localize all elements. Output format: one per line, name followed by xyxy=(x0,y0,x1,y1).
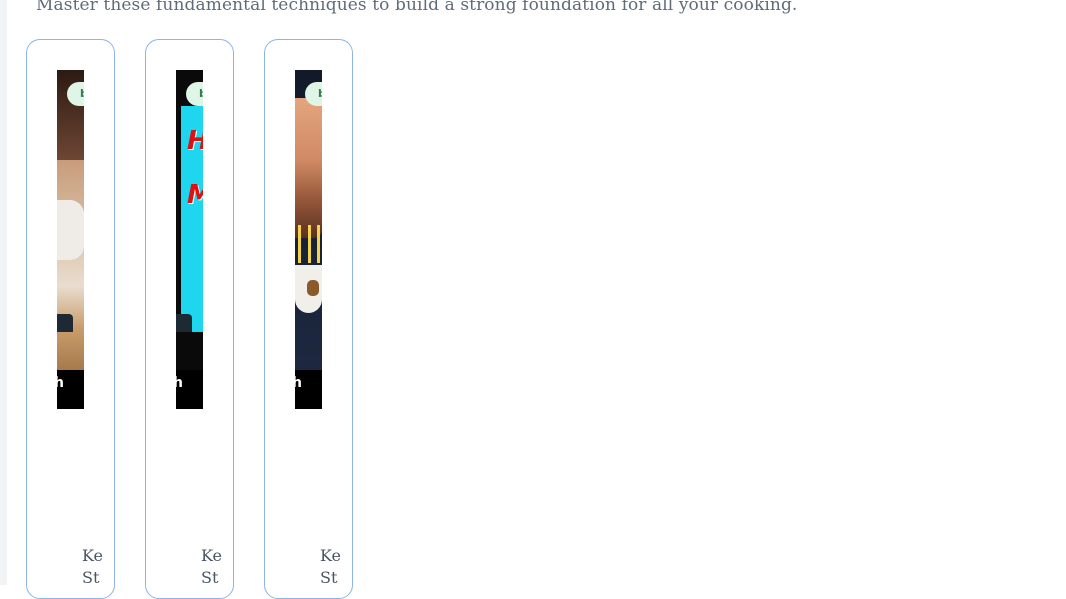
thumbnail-art xyxy=(298,225,301,263)
difficulty-badge: b xyxy=(67,82,84,106)
card-author: Ke St xyxy=(201,545,222,589)
thumbnail-art xyxy=(308,225,311,263)
difficulty-badge: b xyxy=(186,82,203,106)
thumbnail-caption-bar: h xyxy=(173,370,203,409)
thumbnail-art xyxy=(307,280,319,296)
video-thumbnail[interactable]: b xyxy=(57,70,84,370)
thumbnail-caption: h xyxy=(292,375,302,391)
thumbnail-text-line-1: H xyxy=(187,126,203,156)
thumbnail-text-line-2: M xyxy=(187,180,203,210)
video-card-3[interactable]: b h Ke St xyxy=(264,39,353,599)
thumbnail-art xyxy=(57,200,84,260)
video-card-1[interactable]: b h Ke St xyxy=(26,39,115,599)
author-line-2: St xyxy=(82,568,100,587)
card-author: Ke St xyxy=(82,545,103,589)
page-left-rail xyxy=(0,0,7,585)
thumbnail-art xyxy=(295,98,322,238)
author-line-1: Ke xyxy=(320,546,341,565)
section-subtitle: Master these fundamental techniques to b… xyxy=(36,0,798,15)
duration-overlay xyxy=(176,314,192,332)
thumbnail-art xyxy=(317,225,320,263)
author-line-2: St xyxy=(320,568,338,587)
author-line-1: Ke xyxy=(201,546,222,565)
video-thumbnail[interactable]: b xyxy=(295,70,322,370)
thumbnail-caption-bar: h xyxy=(54,370,84,409)
video-thumbnail[interactable]: H M b xyxy=(176,70,203,370)
duration-overlay xyxy=(57,314,73,332)
author-line-1: Ke xyxy=(82,546,103,565)
card-author: Ke St xyxy=(320,545,341,589)
thumbnail-caption: h xyxy=(54,375,64,391)
video-card-2[interactable]: H M b h Ke St xyxy=(145,39,234,599)
author-line-2: St xyxy=(201,568,219,587)
thumbnail-caption: h xyxy=(173,375,183,391)
thumbnail-caption-bar: h xyxy=(292,370,322,409)
difficulty-badge: b xyxy=(305,82,322,106)
